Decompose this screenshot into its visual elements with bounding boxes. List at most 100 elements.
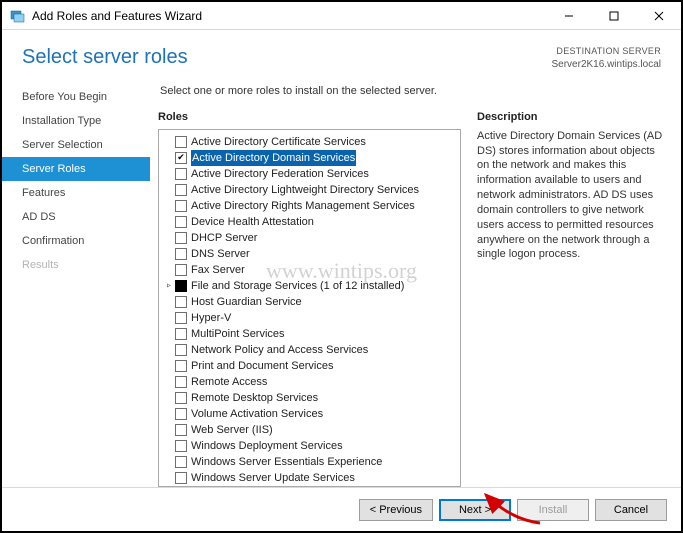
description-heading: Description: [477, 111, 667, 123]
role-label: Active Directory Lightweight Directory S…: [191, 182, 419, 198]
nav-item-results: Results: [2, 253, 150, 277]
role-label: DHCP Server: [191, 230, 257, 246]
role-checkbox[interactable]: [175, 392, 187, 404]
role-checkbox[interactable]: [175, 472, 187, 484]
destination-label: DESTINATION SERVER: [552, 46, 662, 58]
roles-heading: Roles: [158, 111, 461, 123]
role-label: MultiPoint Services: [191, 326, 285, 342]
role-row[interactable]: Active Directory Domain Services: [161, 150, 458, 166]
nav-item-server-selection[interactable]: Server Selection: [2, 133, 150, 157]
role-label: Web Server (IIS): [191, 422, 273, 438]
role-row[interactable]: Hyper-V: [161, 310, 458, 326]
role-row[interactable]: ▹File and Storage Services (1 of 12 inst…: [161, 278, 458, 294]
role-checkbox[interactable]: [175, 424, 187, 436]
description-column: Description Active Directory Domain Serv…: [477, 111, 667, 488]
role-label: Active Directory Domain Services: [191, 150, 356, 166]
role-checkbox[interactable]: [175, 136, 187, 148]
role-row[interactable]: Active Directory Lightweight Directory S…: [161, 182, 458, 198]
role-checkbox[interactable]: [175, 360, 187, 372]
role-label: Active Directory Federation Services: [191, 166, 369, 182]
role-row[interactable]: Windows Server Essentials Experience: [161, 454, 458, 470]
role-row[interactable]: Fax Server: [161, 262, 458, 278]
role-row[interactable]: Remote Access: [161, 374, 458, 390]
roles-column: Roles Active Directory Certificate Servi…: [158, 111, 461, 488]
nav-item-before-you-begin[interactable]: Before You Begin: [2, 85, 150, 109]
role-checkbox[interactable]: [175, 312, 187, 324]
role-row[interactable]: Web Server (IIS): [161, 422, 458, 438]
role-label: Remote Access: [191, 374, 267, 390]
minimize-button[interactable]: [546, 2, 591, 30]
main-area: Before You BeginInstallation TypeServer …: [2, 79, 681, 488]
description-text: Active Directory Domain Services (AD DS)…: [477, 129, 667, 263]
role-row[interactable]: Windows Deployment Services: [161, 438, 458, 454]
destination-info: DESTINATION SERVER Server2K16.wintips.lo…: [552, 46, 662, 71]
install-button[interactable]: Install: [517, 499, 589, 521]
role-checkbox[interactable]: [175, 456, 187, 468]
window-controls: [546, 2, 681, 30]
close-button[interactable]: [636, 2, 681, 30]
role-row[interactable]: Windows Server Update Services: [161, 470, 458, 486]
role-label: Active Directory Rights Management Servi…: [191, 198, 415, 214]
instruction-text: Select one or more roles to install on t…: [158, 79, 667, 111]
role-row[interactable]: Host Guardian Service: [161, 294, 458, 310]
role-label: Volume Activation Services: [191, 406, 323, 422]
role-label: Remote Desktop Services: [191, 390, 318, 406]
role-row[interactable]: Active Directory Certificate Services: [161, 134, 458, 150]
role-label: Active Directory Certificate Services: [191, 134, 366, 150]
footer: < Previous Next > Install Cancel: [2, 487, 681, 531]
nav-item-ad-ds[interactable]: AD DS: [2, 205, 150, 229]
content-area: Select one or more roles to install on t…: [150, 79, 667, 488]
role-row[interactable]: Remote Desktop Services: [161, 390, 458, 406]
role-row[interactable]: Active Directory Federation Services: [161, 166, 458, 182]
role-checkbox[interactable]: [175, 216, 187, 228]
nav-item-installation-type[interactable]: Installation Type: [2, 109, 150, 133]
role-label: Windows Deployment Services: [191, 438, 343, 454]
role-row[interactable]: Network Policy and Access Services: [161, 342, 458, 358]
role-row[interactable]: Active Directory Rights Management Servi…: [161, 198, 458, 214]
role-checkbox[interactable]: [175, 296, 187, 308]
role-row[interactable]: Print and Document Services: [161, 358, 458, 374]
role-checkbox[interactable]: [175, 152, 187, 164]
role-checkbox[interactable]: [175, 168, 187, 180]
role-label: Device Health Attestation: [191, 214, 314, 230]
role-label: Print and Document Services: [191, 358, 333, 374]
next-button[interactable]: Next >: [439, 499, 511, 521]
role-checkbox[interactable]: [175, 440, 187, 452]
role-label: DNS Server: [191, 246, 250, 262]
page-title: Select server roles: [22, 46, 188, 69]
role-checkbox[interactable]: [175, 232, 187, 244]
app-icon: [10, 8, 26, 24]
role-checkbox[interactable]: [175, 408, 187, 420]
roles-listbox[interactable]: Active Directory Certificate ServicesAct…: [158, 129, 461, 488]
maximize-button[interactable]: [591, 2, 636, 30]
role-checkbox[interactable]: [175, 200, 187, 212]
role-checkbox[interactable]: [175, 248, 187, 260]
nav-item-server-roles[interactable]: Server Roles: [2, 157, 150, 181]
role-row[interactable]: DHCP Server: [161, 230, 458, 246]
role-label: Network Policy and Access Services: [191, 342, 368, 358]
tree-expander-icon[interactable]: ▹: [163, 278, 175, 294]
previous-button[interactable]: < Previous: [359, 499, 433, 521]
role-checkbox[interactable]: [175, 280, 187, 292]
role-label: Host Guardian Service: [191, 294, 302, 310]
columns: Roles Active Directory Certificate Servi…: [158, 111, 667, 488]
header: Select server roles DESTINATION SERVER S…: [2, 30, 681, 79]
role-row[interactable]: DNS Server: [161, 246, 458, 262]
role-label: Windows Server Update Services: [191, 470, 355, 486]
wizard-window: Add Roles and Features Wizard Select ser…: [2, 2, 681, 531]
role-row[interactable]: Device Health Attestation: [161, 214, 458, 230]
cancel-button[interactable]: Cancel: [595, 499, 667, 521]
role-checkbox[interactable]: [175, 376, 187, 388]
nav-sidebar: Before You BeginInstallation TypeServer …: [2, 79, 150, 488]
nav-item-confirmation[interactable]: Confirmation: [2, 229, 150, 253]
role-row[interactable]: Volume Activation Services: [161, 406, 458, 422]
role-row[interactable]: MultiPoint Services: [161, 326, 458, 342]
role-checkbox[interactable]: [175, 264, 187, 276]
role-checkbox[interactable]: [175, 344, 187, 356]
nav-item-features[interactable]: Features: [2, 181, 150, 205]
window-title: Add Roles and Features Wizard: [32, 9, 202, 23]
role-checkbox[interactable]: [175, 184, 187, 196]
role-label: Hyper-V: [191, 310, 231, 326]
role-checkbox[interactable]: [175, 328, 187, 340]
role-label: Fax Server: [191, 262, 245, 278]
